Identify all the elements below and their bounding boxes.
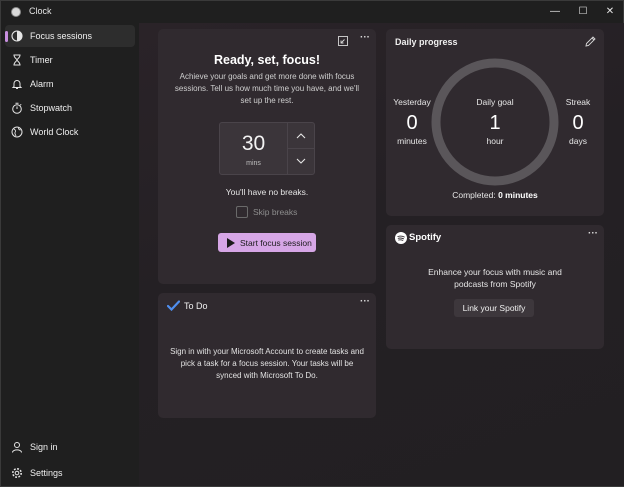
minutes-stepper[interactable]: 30 mins xyxy=(219,122,315,175)
daily-goal-label: Daily goal xyxy=(476,97,514,107)
streak-unit: days xyxy=(569,136,587,146)
sidebar-item-label: Alarm xyxy=(30,79,54,89)
clock-window: Clock — ☐ ✕ Focus sessions Timer Alarm S… xyxy=(0,0,624,487)
progress-title: Daily progress xyxy=(395,37,458,47)
daily-progress-card: Daily progress Yesterday 0 minutes Daily… xyxy=(386,29,604,216)
link-spotify-button[interactable]: Link your Spotify xyxy=(454,299,534,317)
more-options-icon[interactable]: ··· xyxy=(360,32,370,43)
yesterday-label: Yesterday xyxy=(393,97,431,107)
globe-icon xyxy=(11,126,23,138)
minutes-unit: mins xyxy=(246,160,261,167)
completed-value: 0 minutes xyxy=(498,190,538,200)
more-options-icon[interactable]: ··· xyxy=(360,296,370,307)
completed-label: Completed: xyxy=(452,190,496,200)
close-button[interactable]: ✕ xyxy=(598,4,622,20)
sidebar: Focus sessions Timer Alarm Stopwatch Wor… xyxy=(1,23,139,486)
sidebar-item-focus-sessions[interactable]: Focus sessions xyxy=(5,25,135,47)
todo-card: To Do ··· Sign in with your Microsoft Ac… xyxy=(158,293,376,418)
person-icon xyxy=(12,442,22,453)
sidebar-item-alarm[interactable]: Alarm xyxy=(5,73,135,95)
daily-goal-unit: hour xyxy=(486,136,504,146)
sidebar-item-label: Focus sessions xyxy=(30,31,93,41)
spotify-message: Enhance your focus with music and podcas… xyxy=(428,267,562,289)
todo-title: To Do xyxy=(184,301,208,311)
decrease-chevron-down-icon[interactable] xyxy=(288,150,314,172)
spotify-logo: Spotify xyxy=(395,232,445,246)
stopwatch-icon xyxy=(12,102,22,114)
focus-icon xyxy=(11,30,23,42)
app-title: Clock xyxy=(29,6,52,16)
bell-icon xyxy=(11,80,23,89)
completed-summary: Completed: 0 minutes xyxy=(386,190,604,200)
play-icon xyxy=(227,238,235,248)
main-content: ··· Ready, set, focus! Achieve your goal… xyxy=(139,23,624,486)
increase-chevron-up-icon[interactable] xyxy=(288,125,314,147)
start-focus-session-button[interactable]: Start focus session xyxy=(218,233,316,252)
compact-overlay-icon[interactable] xyxy=(338,36,348,46)
gear-icon xyxy=(12,468,22,478)
start-button-label: Start focus session xyxy=(240,238,312,248)
focus-session-card: ··· Ready, set, focus! Achieve your goal… xyxy=(158,29,376,284)
hourglass-icon xyxy=(13,54,21,66)
more-options-icon[interactable]: ··· xyxy=(588,228,598,239)
skip-breaks-label: Skip breaks xyxy=(253,207,298,217)
stepper-divider xyxy=(288,148,314,149)
sidebar-item-timer[interactable]: Timer xyxy=(5,49,135,71)
focus-description: Achieve your goals and get more done wit… xyxy=(174,72,360,105)
focus-title: Ready, set, focus! xyxy=(213,53,321,67)
streak-value: 0 xyxy=(572,112,584,134)
breaks-text: You'll have no breaks. xyxy=(225,187,309,197)
yesterday-value: 0 xyxy=(406,112,418,134)
minimize-button[interactable]: — xyxy=(543,4,567,20)
spotify-icon xyxy=(395,232,407,244)
sidebar-item-label: Stopwatch xyxy=(30,103,73,113)
checkbox-box[interactable] xyxy=(236,206,248,218)
sidebar-item-label: Sign in xyxy=(30,442,58,452)
sidebar-item-world-clock[interactable]: World Clock xyxy=(5,121,135,143)
sidebar-item-label: Timer xyxy=(30,55,53,65)
edit-pencil-icon[interactable] xyxy=(585,36,596,47)
spotify-brand: Spotify xyxy=(409,232,442,243)
maximize-button[interactable]: ☐ xyxy=(571,4,595,20)
clock-app-icon xyxy=(11,7,21,17)
skip-breaks-checkbox[interactable]: Skip breaks xyxy=(236,206,326,219)
spotify-card: Spotify ··· Enhance your focus with musi… xyxy=(386,225,604,349)
streak-label: Streak xyxy=(565,97,591,107)
todo-check-icon xyxy=(167,300,180,311)
minutes-value[interactable]: 30 xyxy=(220,132,287,156)
title-bar: Clock — ☐ ✕ xyxy=(1,1,624,23)
sidebar-item-label: Settings xyxy=(30,468,63,478)
sidebar-item-stopwatch[interactable]: Stopwatch xyxy=(5,97,135,119)
todo-message: Sign in with your Microsoft Account to c… xyxy=(170,347,364,380)
daily-goal-value: 1 xyxy=(489,112,501,134)
yesterday-unit: minutes xyxy=(397,136,427,146)
sidebar-item-sign-in[interactable]: Sign in xyxy=(5,436,135,458)
sidebar-item-label: World Clock xyxy=(30,127,79,137)
sidebar-item-settings[interactable]: Settings xyxy=(5,462,135,484)
